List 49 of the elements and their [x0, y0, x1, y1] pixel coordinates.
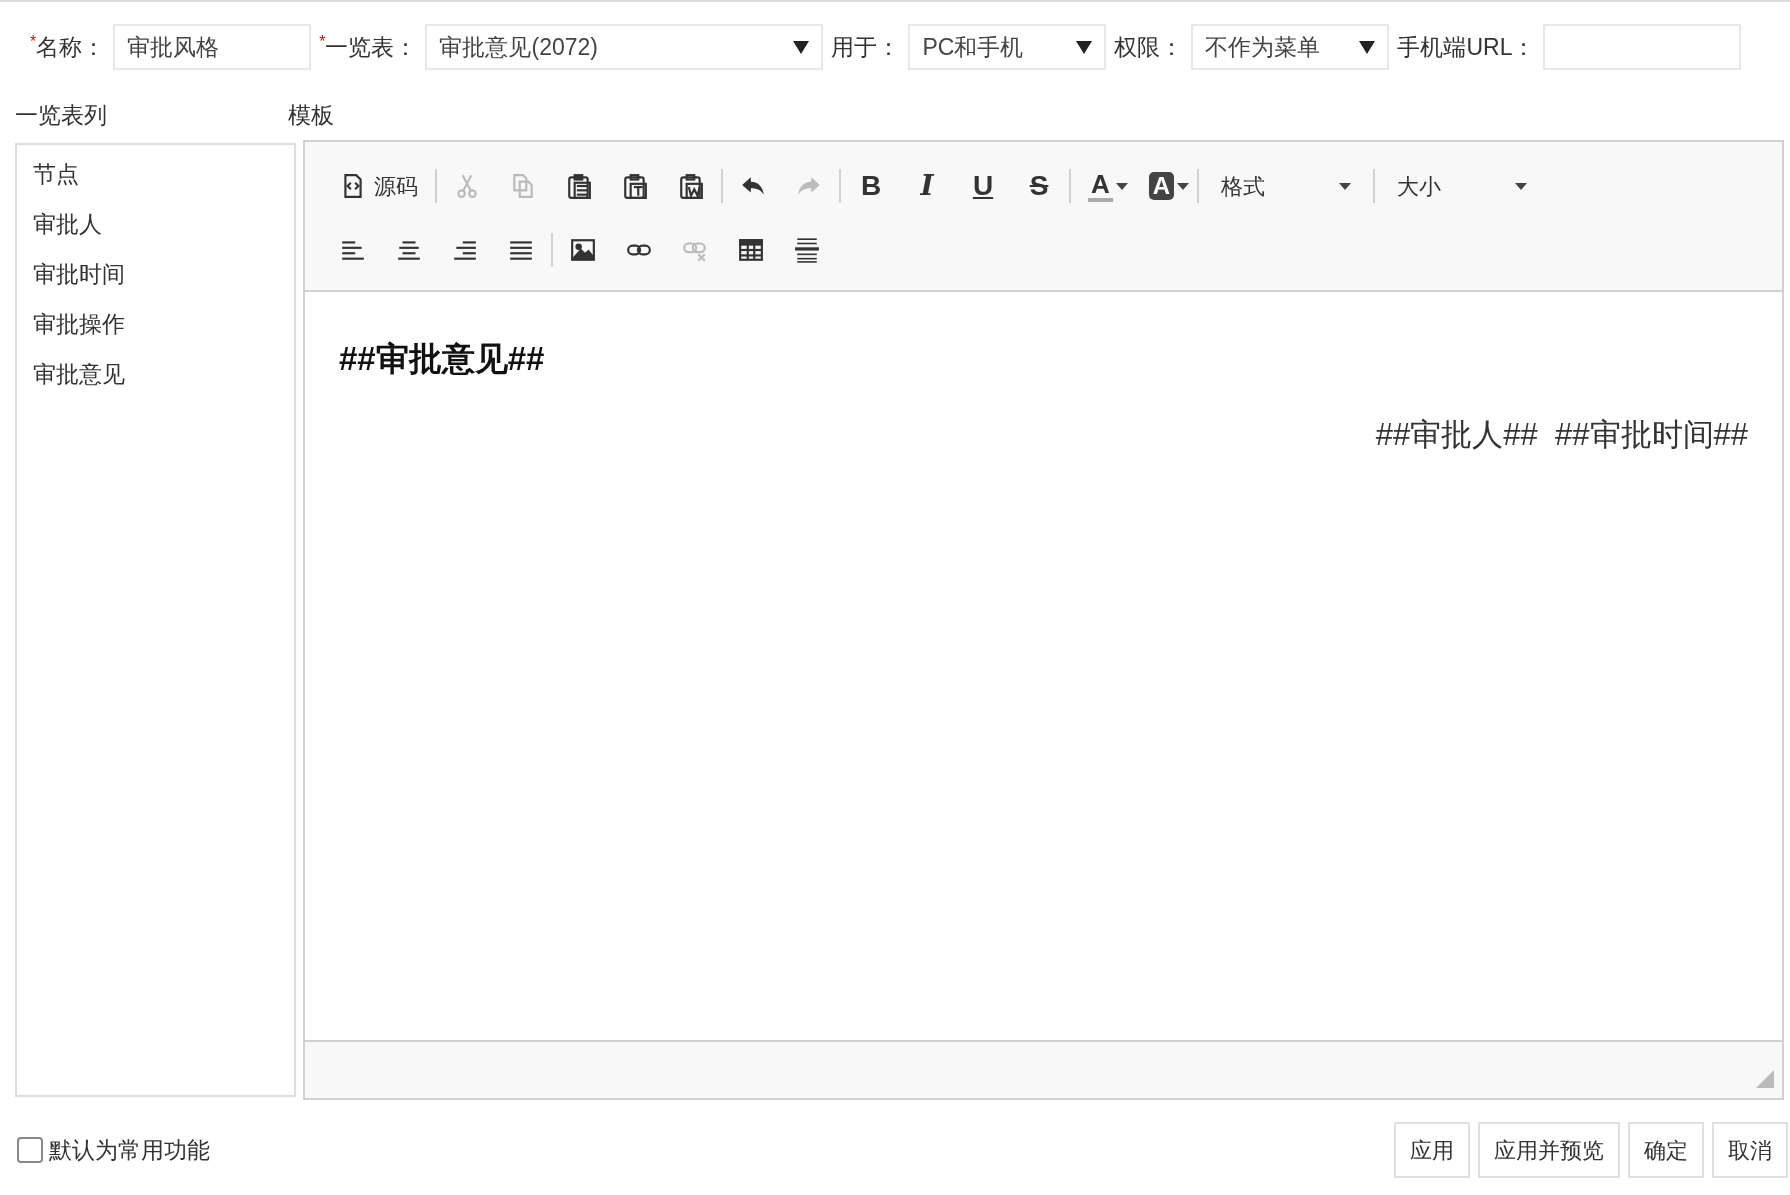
- action-button[interactable]: 取消: [1712, 1122, 1788, 1178]
- dropdown-arrow-icon: [1359, 40, 1376, 54]
- input-field[interactable]: 审批风格: [113, 24, 312, 70]
- field-label: 手机端URL：: [1397, 32, 1537, 62]
- caret-icon: [1339, 182, 1352, 190]
- clipboard-icon: [566, 173, 592, 199]
- format-dropdown[interactable]: 大小: [1377, 164, 1548, 208]
- caret-icon: [1515, 182, 1528, 190]
- caret-icon: [1115, 182, 1128, 190]
- select-field[interactable]: 审批意见(2072): [425, 24, 824, 70]
- bold-button[interactable]: B: [843, 164, 899, 208]
- checkbox[interactable]: [17, 1137, 43, 1163]
- dropdown-arrow-icon: [1076, 40, 1093, 54]
- column-item[interactable]: 审批人: [33, 211, 102, 237]
- field-label: 权限：: [1114, 32, 1185, 62]
- source-button[interactable]: 源码: [325, 164, 433, 208]
- field-label: *一览表：: [319, 31, 419, 62]
- template-heading: ##审批意见##: [339, 339, 546, 379]
- italic-button[interactable]: I: [899, 164, 955, 208]
- template-text: ##审批人## ##审批时间##: [1374, 416, 1748, 455]
- select-field[interactable]: 不作为菜单: [1191, 24, 1390, 70]
- clipboard-text-icon: [622, 173, 648, 199]
- text-color-button[interactable]: A: [1073, 164, 1134, 208]
- image-icon: [570, 237, 596, 263]
- action-button[interactable]: 应用并预览: [1478, 1122, 1620, 1178]
- select-field[interactable]: PC和手机: [908, 24, 1107, 70]
- column-item[interactable]: 审批意见: [33, 361, 125, 387]
- copy-icon: [510, 173, 536, 199]
- field-label: 用于：: [831, 32, 902, 62]
- dropdown-arrow-icon: [793, 40, 810, 54]
- action-button[interactable]: 确定: [1628, 1122, 1704, 1178]
- underline-button[interactable]: U: [955, 164, 1011, 208]
- table-icon: [738, 237, 764, 263]
- column-item[interactable]: 审批时间: [33, 261, 125, 287]
- section-title: 模板: [288, 100, 334, 130]
- column-item[interactable]: 审批操作: [33, 311, 125, 337]
- section-title: 一览表列: [15, 101, 107, 128]
- column-item[interactable]: 节点: [33, 161, 79, 187]
- checkbox-label: 默认为常用功能: [49, 1135, 210, 1165]
- background-color-button[interactable]: A: [1133, 164, 1196, 208]
- resize-handle-icon[interactable]: [1756, 1070, 1774, 1088]
- format-dropdown[interactable]: 格式: [1201, 164, 1372, 208]
- horizontal-rule-icon: [794, 237, 820, 263]
- field-label: *名称：: [30, 31, 107, 62]
- caret-icon: [1177, 182, 1190, 190]
- strikethrough-button[interactable]: S: [1011, 164, 1067, 208]
- action-button[interactable]: 应用: [1394, 1122, 1470, 1178]
- scissors-icon: [454, 173, 480, 199]
- clipboard-document-icon: [678, 173, 704, 199]
